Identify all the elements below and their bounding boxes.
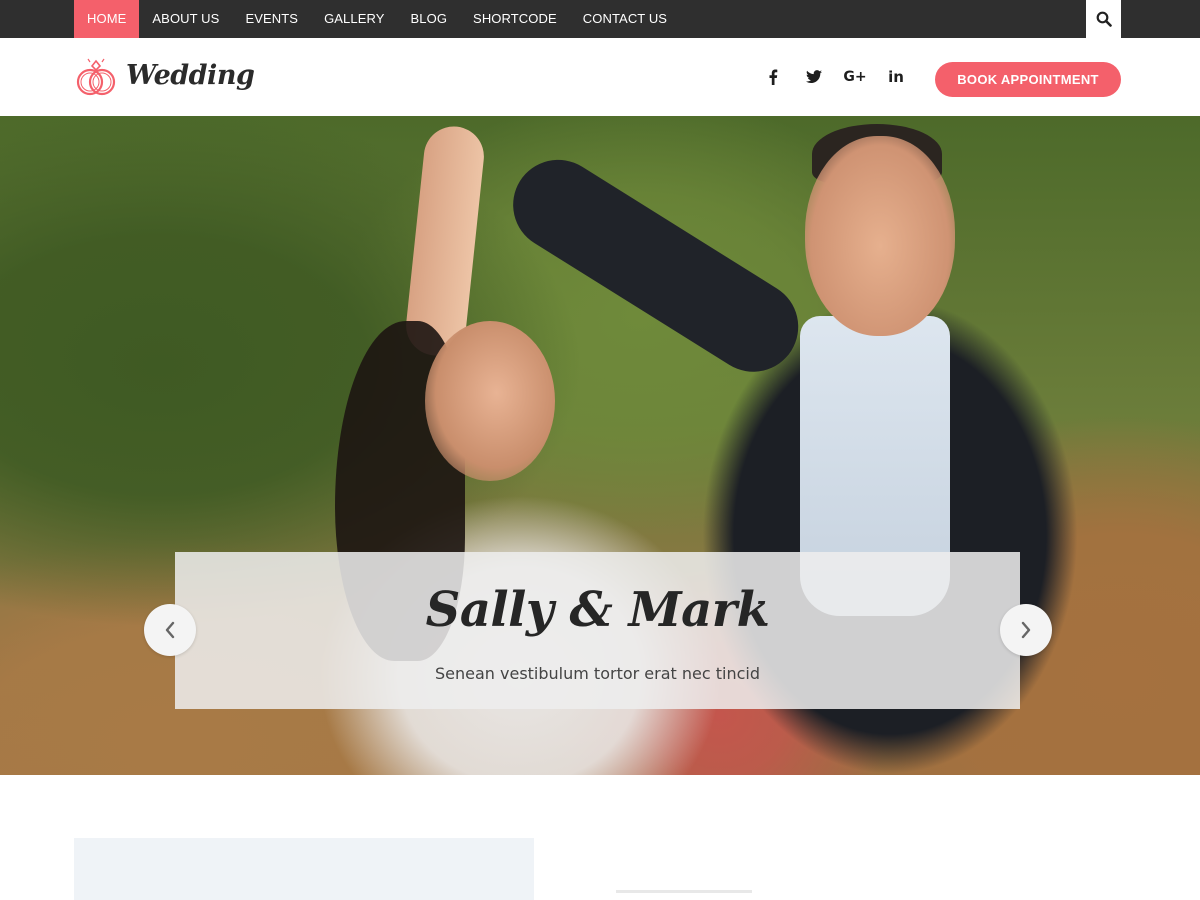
nav-item-gallery[interactable]: GALLERY [311, 0, 397, 38]
nav-item-events[interactable]: EVENTS [232, 0, 311, 38]
chevron-right-icon [1021, 621, 1031, 639]
rings-icon[interactable] [74, 57, 118, 99]
hero-slider: Sally & Mark Senean vestibulum tortor er… [0, 116, 1200, 775]
slider-next-button[interactable] [1000, 604, 1052, 656]
content-divider [616, 890, 752, 893]
content-image-placeholder [74, 838, 534, 900]
search-button[interactable] [1086, 0, 1121, 38]
chevron-left-icon [165, 621, 175, 639]
book-appointment-button[interactable]: BOOK APPOINTMENT [935, 62, 1121, 97]
nav-item-shortcode[interactable]: SHORTCODE [460, 0, 570, 38]
nav-item-about-us[interactable]: ABOUT US [139, 0, 232, 38]
google-plus-link[interactable]: G+ [842, 65, 868, 89]
search-icon [1096, 11, 1112, 27]
hero-title: Sally & Mark [425, 582, 770, 638]
facebook-link[interactable] [760, 65, 786, 89]
slider-prev-button[interactable] [144, 604, 196, 656]
twitter-link[interactable] [801, 65, 827, 89]
linkedin-icon: in [888, 68, 904, 86]
main-nav: HOME ABOUT US EVENTS GALLERY BLOG SHORTC… [74, 0, 680, 38]
top-nav-bar: HOME ABOUT US EVENTS GALLERY BLOG SHORTC… [0, 0, 1200, 38]
hero-caption: Sally & Mark Senean vestibulum tortor er… [175, 552, 1020, 709]
twitter-icon [806, 70, 822, 83]
nav-item-home[interactable]: HOME [74, 0, 140, 38]
nav-item-blog[interactable]: BLOG [398, 0, 461, 38]
nav-item-contact-us[interactable]: CONTACT US [570, 0, 680, 38]
hero-subtitle: Senean vestibulum tortor erat nec tincid [434, 664, 760, 683]
facebook-icon [769, 69, 778, 85]
site-header: Wedding G+ in BOOK APPOINTMENT [0, 38, 1200, 116]
linkedin-link[interactable]: in [883, 65, 909, 89]
site-logo-text[interactable]: Wedding [126, 60, 255, 91]
google-plus-icon: G+ [843, 69, 867, 85]
